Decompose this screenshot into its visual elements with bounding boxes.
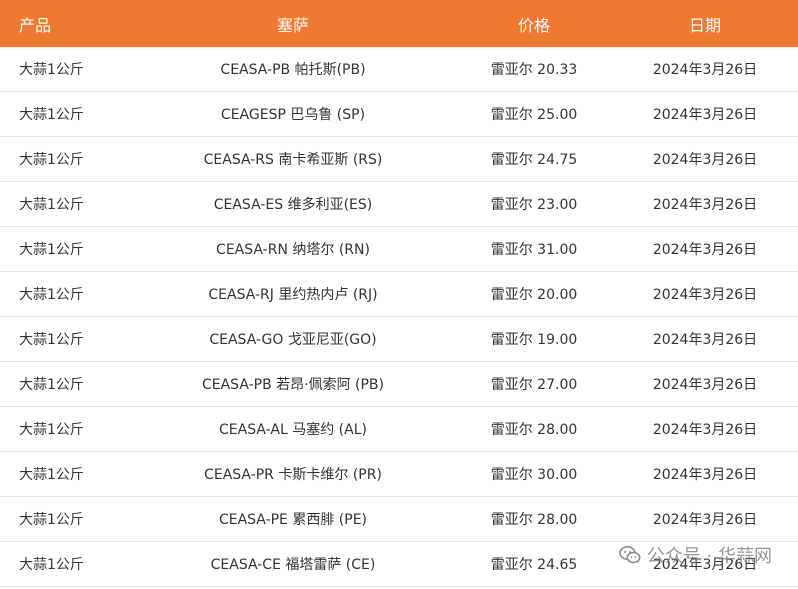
cell-date: 2024年3月26日 [652,152,758,168]
cell-ceasa: CEASA-PE 累西腓 (PE) [218,512,368,528]
header-date: 日期 [688,15,721,35]
cell-product: 大蒜1公斤 [19,107,84,123]
cell-product: 大蒜1公斤 [19,242,84,258]
cell-ceasa: CEASA-PB 若昂·佩索阿 (PB) [201,377,385,393]
cell-product: 大蒜1公斤 [19,152,84,168]
table-row: 大蒜1公斤 CEASA-GO 戈亚尼亚(GO) 雷亚尔 19.00 2024年3… [0,317,798,362]
table-row: 大蒜1公斤 CEASA-PB 帕托斯(PB) 雷亚尔 20.33 2024年3月… [0,47,798,92]
table-row: 大蒜1公斤 CEASA-PB 若昂·佩索阿 (PB) 雷亚尔 27.00 202… [0,362,798,407]
cell-ceasa: CEASA-RN 纳塔尔 (RN) [216,242,370,258]
table-row: 大蒜1公斤 CEASA-RN 纳塔尔 (RN) 雷亚尔 31.00 2024年3… [0,227,798,272]
cell-product: 大蒜1公斤 [19,422,84,438]
cell-date: 2024年3月26日 [652,287,758,303]
cell-date: 2024年3月26日 [652,332,758,348]
cell-ceasa: CEASA-RJ 里约热内卢 (RJ) [208,287,378,303]
cell-price: 雷亚尔 28.00 [490,422,578,438]
cell-product: 大蒜1公斤 [19,287,84,303]
cell-date: 2024年3月26日 [652,422,758,438]
cell-ceasa: CEASA-ES 维多利亚(ES) [213,197,373,213]
cell-price: 雷亚尔 23.00 [490,197,578,213]
cell-product: 大蒜1公斤 [19,332,84,348]
cell-ceasa: CEASA-CE 福塔雷萨 (CE) [210,557,376,573]
cell-price: 雷亚尔 28.00 [490,512,578,528]
header-price: 价格 [517,15,550,35]
cell-price: 雷亚尔 20.00 [490,287,578,303]
table-row: 大蒜1公斤 CEASA-PE 累西腓 (PE) 雷亚尔 28.00 2024年3… [0,497,798,542]
cell-date: 2024年3月26日 [652,512,758,528]
cell-product: 大蒜1公斤 [19,377,84,393]
table-row: 大蒜1公斤 CEASA-RS 南卡希亚斯 (RS) 雷亚尔 24.75 2024… [0,137,798,182]
table-header: 产品 塞萨 价格 日期 [0,0,798,47]
cell-date: 2024年3月26日 [652,377,758,393]
cell-product: 大蒜1公斤 [19,197,84,213]
header-product: 产品 [19,15,52,35]
cell-price: 雷亚尔 30.00 [490,467,578,483]
cell-price: 雷亚尔 24.65 [490,557,578,573]
cell-product: 大蒜1公斤 [19,62,84,78]
table-row: 大蒜1公斤 CEASA-CE 福塔雷萨 (CE) 雷亚尔 24.65 2024年… [0,542,798,587]
cell-date: 2024年3月26日 [652,107,758,123]
cell-price: 雷亚尔 20.33 [490,62,578,78]
cell-product: 大蒜1公斤 [19,512,84,528]
cell-ceasa: CEASA-PR 卡斯卡维尔 (PR) [204,467,382,483]
cell-date: 2024年3月26日 [652,467,758,483]
table-row: 大蒜1公斤 CEASA-AL 马塞约 (AL) 雷亚尔 28.00 2024年3… [0,407,798,452]
cell-price: 雷亚尔 31.00 [490,242,578,258]
cell-price: 雷亚尔 27.00 [490,377,578,393]
cell-date: 2024年3月26日 [652,242,758,258]
table-row: 大蒜1公斤 CEASA-RJ 里约热内卢 (RJ) 雷亚尔 20.00 2024… [0,272,798,317]
table-row: 大蒜1公斤 CEASA-ES 维多利亚(ES) 雷亚尔 23.00 2024年3… [0,182,798,227]
table-row: 大蒜1公斤 CEASA-PR 卡斯卡维尔 (PR) 雷亚尔 30.00 2024… [0,452,798,497]
cell-ceasa: CEAGESP 巴乌鲁 (SP) [220,107,366,123]
cell-price: 雷亚尔 19.00 [490,332,578,348]
cell-product: 大蒜1公斤 [19,467,84,483]
cell-ceasa: CEASA-PB 帕托斯(PB) [220,62,366,78]
table-row: 大蒜1公斤 CEAGESP 巴乌鲁 (SP) 雷亚尔 25.00 2024年3月… [0,92,798,137]
cell-product: 大蒜1公斤 [19,557,84,573]
price-table: 产品 塞萨 价格 日期 大蒜1公斤 CEASA-PB 帕托斯(PB) 雷亚尔 2… [0,0,798,587]
cell-ceasa: CEASA-AL 马塞约 (AL) [219,422,367,438]
header-ceasa: 塞萨 [276,15,309,35]
cell-price: 雷亚尔 25.00 [490,107,578,123]
cell-date: 2024年3月26日 [652,62,758,78]
cell-ceasa: CEASA-GO 戈亚尼亚(GO) [209,332,377,348]
cell-date: 2024年3月26日 [652,197,758,213]
cell-date: 2024年3月26日 [652,557,758,573]
cell-ceasa: CEASA-RS 南卡希亚斯 (RS) [203,152,383,168]
cell-price: 雷亚尔 24.75 [490,152,578,168]
